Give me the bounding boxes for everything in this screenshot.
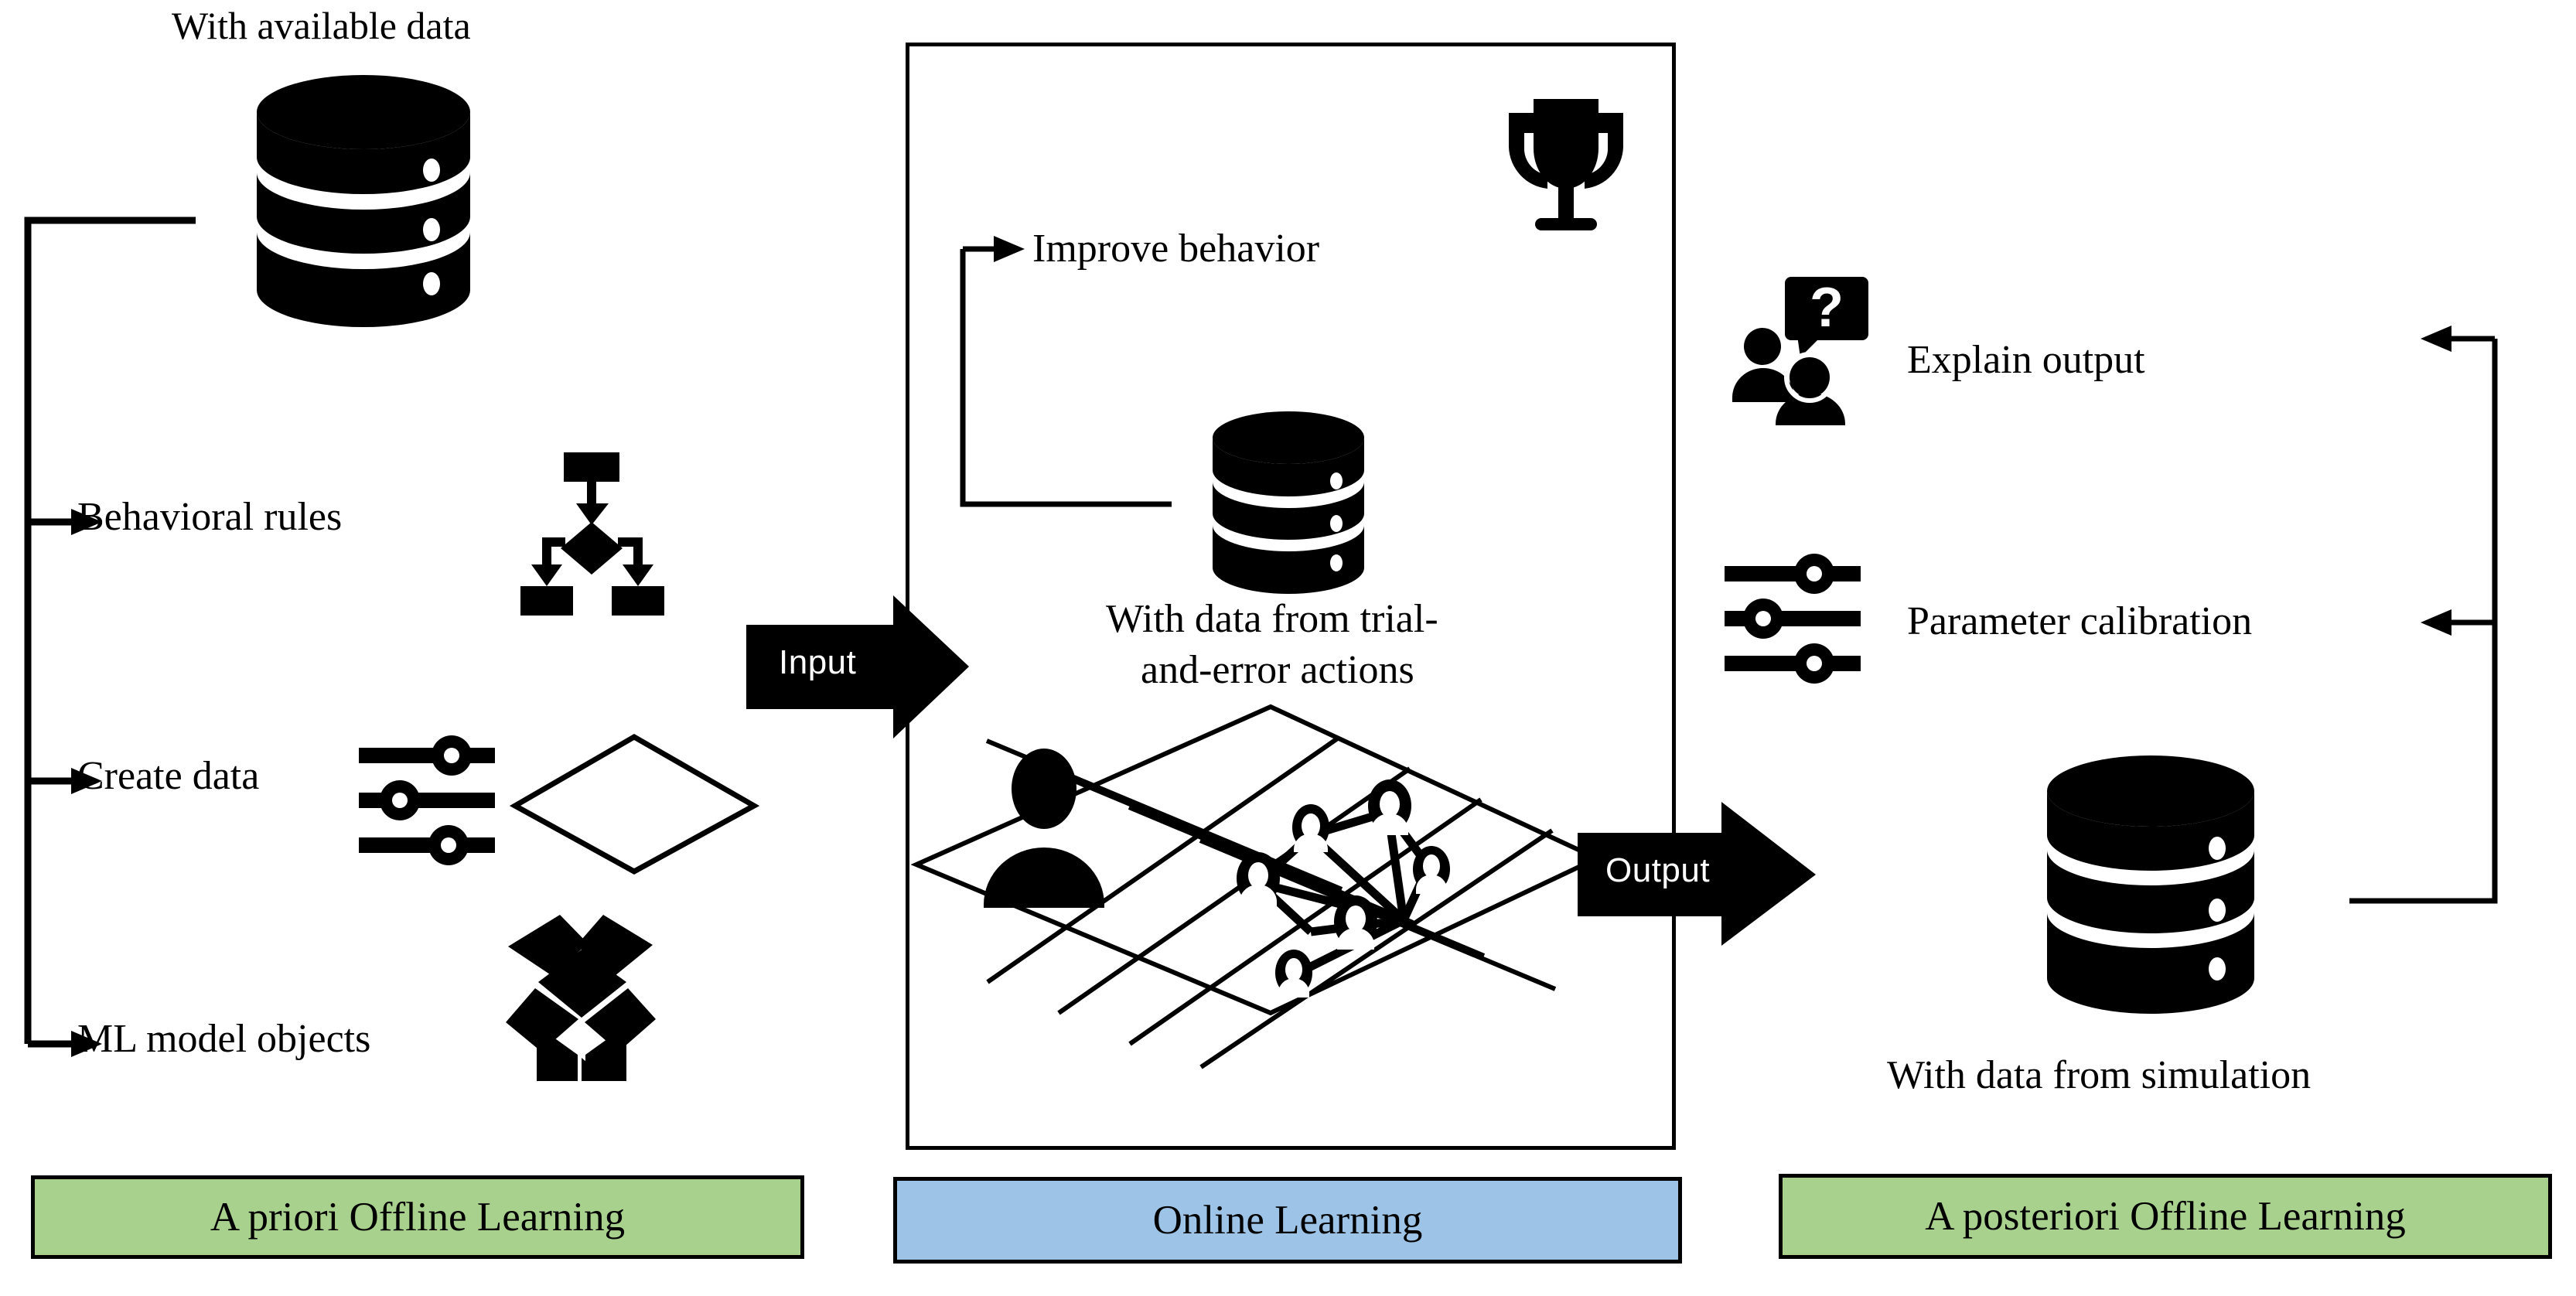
input-arrow-label: Input [779,643,857,681]
trophy-icon [1496,93,1636,240]
diamond-outline-icon [509,731,760,878]
banner-a-priori-offline-learning: A priori Offline Learning [31,1175,804,1259]
banner-label: A priori Offline Learning [210,1195,626,1240]
left-header-label: With available data [172,4,471,47]
right-item-label-parameter-calibration: Parameter calibration [1907,599,2253,643]
right-bracket-connector [2335,321,2560,909]
right-item-label-explain-output: Explain output [1907,338,2145,382]
banner-a-posteriori-offline-learning: A posteriori Offline Learning [1779,1174,2552,1259]
people-question-icon: ? [1729,271,1884,425]
input-arrow: Input [746,595,971,738]
sliders-icon [357,731,496,870]
right-database-caption: With data from simulation [1887,1053,2312,1097]
flowchart-icon [493,445,670,622]
sidebar-item-label-ml-model-objects: ML model objects [77,1017,371,1061]
database-icon [1211,410,1366,595]
isometric-grid-icon [909,704,1605,1069]
sliders-icon [1723,549,1862,688]
database-icon [2045,754,2256,1017]
sidebar-item-label-behavioral-rules: Behavioral rules [77,495,343,539]
banner-online-learning: Online Learning [893,1177,1682,1264]
center-database-caption-line2: and-error actions [1141,648,1414,692]
banner-label: A posteriori Offline Learning [1925,1194,2406,1239]
left-bracket-connector [0,197,232,1057]
database-icon [255,73,472,329]
svg-text:?: ? [1810,277,1844,339]
banner-label: Online Learning [1152,1198,1423,1243]
output-arrow-label: Output [1605,851,1711,889]
open-box-icon [504,911,659,1081]
output-arrow: Output [1578,800,1817,947]
sidebar-item-label-create-data: Create data [77,754,260,798]
diagram-canvas: With available data Behavioral rules Cre… [0,0,2576,1296]
center-database-caption-line1: With data from trial- [1106,597,1438,641]
improve-behavior-label: Improve behavior [1032,227,1320,271]
